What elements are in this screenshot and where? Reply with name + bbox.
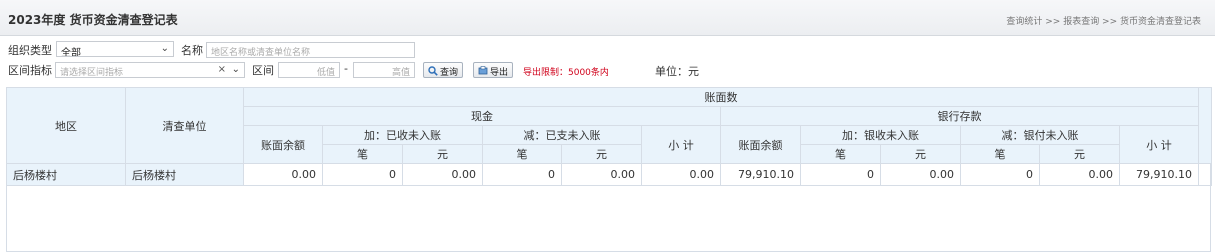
range-indicator-select[interactable]: 请选择区间指标 × ⌄ (55, 62, 245, 78)
cell-bank-sub-yuan: 0.00 (1039, 163, 1120, 186)
range-low-input[interactable]: 低值 (278, 62, 340, 78)
ledger-table: 地区 清查单位 账面数 现金 银行存款 账面余额 加：已收未入账 减：已支未入账… (6, 87, 1212, 186)
header-bank-subtotal: 小 计 (1119, 125, 1199, 164)
cell-cash-subtotal: 0.00 (641, 163, 721, 186)
header-bank-sub: 减：银付未入账 (960, 125, 1120, 145)
header-unit: 清查单位 (125, 87, 244, 164)
header-count: 笔 (800, 144, 881, 164)
chevron-down-icon: ⌄ (231, 64, 240, 75)
cell-bank-add-count: 0 (800, 163, 881, 186)
header-count: 笔 (322, 144, 403, 164)
cell-bank-add-yuan: 0.00 (880, 163, 961, 186)
header-cash-subtotal: 小 计 (641, 125, 721, 164)
header-filler (1198, 87, 1212, 164)
cell-cash-balance: 0.00 (243, 163, 323, 186)
clear-icon[interactable]: × (218, 64, 226, 75)
org-type-select[interactable]: 全部 ⌄ (56, 41, 174, 57)
header-yuan: 元 (402, 144, 483, 164)
cell-cash-sub-count: 0 (482, 163, 562, 186)
page-title: 2023年度 货币资金清查登记表 (8, 13, 178, 27)
search-icon (428, 66, 438, 76)
range-indicator-label: 区间指标 (8, 64, 52, 77)
range-low-placeholder: 低值 (316, 68, 335, 78)
header-cash-add: 加：已收未入账 (322, 125, 483, 145)
query-button-label: 查询 (440, 68, 459, 78)
breadcrumb[interactable]: 查询统计 >> 报表查询 >> 货币资金清查登记表 (1006, 14, 1201, 27)
org-type-value: 全部 (61, 48, 81, 57)
range-dash: - (344, 62, 348, 75)
cell-bank-sub-count: 0 (960, 163, 1040, 186)
chevron-down-icon: ⌄ (160, 43, 169, 54)
header-cash: 现金 (243, 106, 721, 126)
range-high-placeholder: 高值 (391, 68, 410, 78)
header-bank-balance: 账面余额 (720, 125, 801, 164)
name-input[interactable]: 地区名称或清查单位名称 (206, 42, 415, 58)
header-bank: 银行存款 (720, 106, 1199, 126)
export-button-label: 导出 (490, 68, 509, 78)
cell-bank-balance: 79,910.10 (720, 163, 801, 186)
cell-filler (1198, 163, 1212, 186)
range-label: 区间 (252, 64, 274, 77)
header-yuan: 元 (1039, 144, 1120, 164)
title-bar: 2023年度 货币资金清查登记表 查询统计 >> 报表查询 >> 货币资金清查登… (0, 0, 1215, 36)
cell-cash-sub-yuan: 0.00 (561, 163, 642, 186)
export-icon (478, 66, 488, 76)
header-count: 笔 (482, 144, 562, 164)
unit-label: 单位：元 (655, 65, 699, 78)
header-book: 账面数 (243, 87, 1199, 107)
header-bank-add: 加：银收未入账 (800, 125, 961, 145)
query-button[interactable]: 查询 (423, 62, 464, 78)
name-label: 名称 (181, 44, 203, 57)
table-row[interactable]: 后杨楼村 后杨楼村 0.00 0 0.00 0 0.00 0.00 79,910… (6, 163, 1212, 186)
cell-cash-add-yuan: 0.00 (402, 163, 483, 186)
range-indicator-placeholder: 请选择区间指标 (60, 68, 124, 78)
header-yuan: 元 (880, 144, 961, 164)
org-type-label: 组织类型 (8, 44, 52, 57)
name-placeholder: 地区名称或清查单位名称 (211, 48, 311, 58)
cell-unit: 后杨楼村 (125, 163, 244, 186)
export-limit-note: 导出限制：5000条内 (523, 68, 609, 78)
header-region: 地区 (6, 87, 126, 164)
header-count: 笔 (960, 144, 1040, 164)
cell-cash-add-count: 0 (322, 163, 403, 186)
range-high-input[interactable]: 高值 (353, 62, 415, 78)
header-cash-balance: 账面余额 (243, 125, 323, 164)
header-yuan: 元 (561, 144, 642, 164)
header-cash-sub: 减：已支未入账 (482, 125, 642, 145)
export-button[interactable]: 导出 (473, 62, 514, 78)
cell-bank-subtotal: 79,910.10 (1119, 163, 1199, 186)
cell-region: 后杨楼村 (6, 163, 126, 186)
